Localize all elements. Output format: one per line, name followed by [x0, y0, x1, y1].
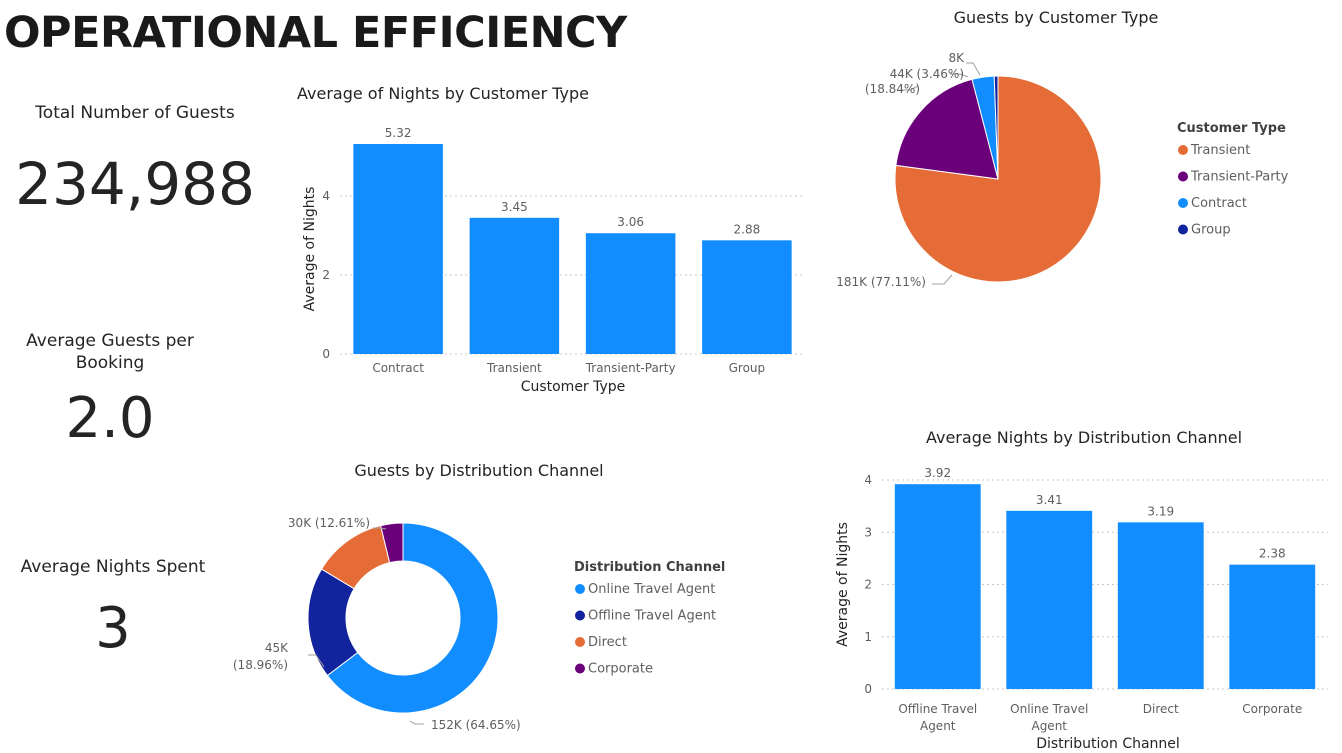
slice-data-label: (18.84%) — [865, 82, 920, 96]
legend-item-label: Contract — [1191, 196, 1247, 211]
x-tick-label: Online Travel — [1010, 702, 1088, 716]
legend-marker — [575, 637, 585, 647]
bar-data-label: 3.92 — [924, 466, 951, 480]
bar — [1117, 522, 1204, 689]
x-tick-label: Agent — [1031, 719, 1067, 733]
x-tick-label: Offline Travel — [898, 702, 977, 716]
kpi-total-guests-label: Total Number of Guests — [35, 103, 235, 123]
kpi-avg-guests-label-line1: Average Guests per — [26, 331, 194, 351]
legend-item-label: Offline Travel Agent — [588, 609, 716, 624]
y-axis-title: Average of Nights — [302, 187, 318, 312]
y-tick-label: 1 — [864, 630, 872, 644]
nights-by-customer-type-chart: Average of Nights by Customer Type 0 2 4 Ave… — [297, 84, 805, 395]
x-tick-label: Transient-Party — [585, 361, 676, 375]
bar — [894, 484, 981, 689]
kpi-avg-nights-value: 3 — [95, 596, 131, 661]
x-tick-label: Agent — [920, 719, 956, 733]
legend-marker — [575, 663, 585, 674]
bar — [585, 233, 676, 354]
bar — [353, 144, 443, 354]
leader-line — [409, 720, 424, 725]
legend-marker — [1178, 171, 1188, 182]
y-tick-label: 0 — [864, 682, 872, 696]
bar-data-label: 3.19 — [1147, 504, 1174, 518]
nights-by-distribution-channel-chart: Average Nights by Distribution Channel 0 1… — [835, 428, 1328, 752]
bar-data-label: 3.41 — [1036, 493, 1063, 507]
slice-data-label: 8K — [948, 51, 965, 65]
legend-item-label: Corporate — [588, 662, 653, 677]
leader-line — [966, 62, 981, 76]
bar — [1229, 564, 1316, 689]
chart-title: Average of Nights by Customer Type — [297, 84, 589, 103]
legend-marker — [1178, 198, 1188, 208]
kpi-avg-guests-label: Average Guests per Booking — [0, 330, 220, 374]
bar-data-label: 5.32 — [385, 126, 412, 140]
legend-marker — [575, 584, 585, 594]
page-title: OPERATIONAL EFFICIENCY — [4, 8, 627, 58]
bar-data-label: 3.06 — [617, 215, 644, 229]
legend-marker — [575, 610, 585, 621]
bar-data-label: 2.88 — [734, 222, 761, 236]
slice-data-label: 45K — [265, 641, 289, 655]
legend-item-label: Transient — [1190, 143, 1250, 158]
chart-title: Guests by Distribution Channel — [354, 461, 603, 480]
slice-data-label: 152K (64.65%) — [431, 718, 521, 732]
x-tick-label: Corporate — [1242, 702, 1302, 716]
slice-data-label: 44K (3.46%) — [890, 67, 964, 81]
chart-title: Guests by Customer Type — [954, 8, 1159, 27]
bar-data-label: 3.45 — [501, 200, 528, 214]
bar — [469, 217, 560, 354]
x-tick-label: Contract — [372, 361, 424, 375]
legend-item-label: Transient-Party — [1190, 170, 1289, 185]
kpi-avg-guests-label-line2: Booking — [75, 353, 145, 373]
legend-item-label: Group — [1191, 223, 1231, 238]
x-axis-title: Customer Type — [521, 379, 626, 395]
legend-marker — [1178, 145, 1188, 155]
kpi-avg-nights-label: Average Nights Spent — [20, 557, 206, 577]
leader-line — [932, 274, 953, 285]
slice-data-label: 30K (12.61%) — [288, 516, 370, 530]
x-axis-title: Distribution Channel — [1036, 736, 1180, 752]
slice-data-label: (18.96%) — [233, 658, 288, 672]
chart-title: Average Nights by Distribution Channel — [926, 428, 1242, 447]
y-tick-label: 4 — [864, 473, 872, 487]
x-tick-label: Transient — [486, 361, 542, 375]
y-tick-label: 3 — [864, 525, 872, 539]
guests-by-distribution-channel-chart: Guests by Distribution Channel 152K (64.6… — [233, 461, 726, 732]
legend-title: Customer Type — [1177, 121, 1286, 136]
y-tick-label: 2 — [322, 268, 330, 282]
y-axis-title: Average of Nights — [835, 522, 851, 647]
legend-marker — [1178, 224, 1188, 235]
slice-data-label: 181K (77.11%) — [836, 275, 926, 289]
kpi-avg-guests-value: 2.0 — [65, 386, 155, 451]
y-tick-label: 2 — [864, 578, 872, 592]
y-tick-label: 0 — [322, 347, 330, 361]
legend-item-label: Direct — [588, 635, 627, 650]
legend-title: Distribution Channel — [574, 560, 725, 575]
bar-data-label: 2.38 — [1259, 547, 1286, 561]
bar — [702, 240, 792, 354]
legend-item-label: Online Travel Agent — [588, 582, 715, 597]
x-tick-label: Direct — [1143, 702, 1179, 716]
x-tick-label: Group — [729, 361, 766, 375]
y-tick-label: 4 — [322, 189, 330, 203]
bar — [1006, 510, 1093, 689]
kpi-total-guests-value: 234,988 — [15, 150, 255, 218]
guests-by-customer-type-chart: Guests by Customer Type 181K (77.11%) (18.… — [836, 8, 1289, 289]
